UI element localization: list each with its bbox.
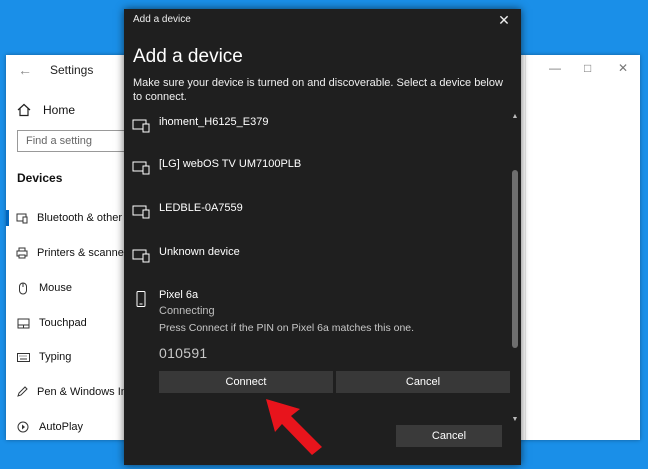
printer-icon — [16, 247, 28, 259]
keyboard-icon — [16, 352, 30, 362]
scrollbar[interactable]: ▲ ▼ — [510, 112, 520, 425]
pin-prompt: Press Connect if the PIN on Pixel 6a mat… — [159, 322, 415, 334]
device-name: [LG] webOS TV UM7100PLB — [159, 158, 302, 170]
scroll-up-icon[interactable]: ▲ — [510, 112, 520, 122]
device-item[interactable]: Unknown device — [132, 246, 502, 263]
close-icon[interactable]: ✕ — [618, 61, 628, 75]
display-icon — [132, 161, 150, 175]
nav-item-label: Typing — [39, 351, 72, 363]
device-name: Unknown device — [159, 246, 240, 258]
phone-icon — [136, 291, 146, 307]
inline-cancel-button[interactable]: Cancel — [336, 371, 510, 393]
pen-icon — [16, 386, 28, 398]
scrollbar-thumb[interactable] — [512, 170, 518, 348]
nav-item-bluetooth[interactable]: Bluetooth & other devices — [6, 208, 126, 228]
nav-item-label: Mouse — [39, 282, 73, 294]
minimize-icon[interactable]: — — [549, 61, 561, 75]
nav-item-mouse[interactable]: Mouse — [6, 278, 126, 298]
device-item[interactable]: LEDBLE-0A7559 — [132, 202, 502, 219]
scroll-down-icon[interactable]: ▼ — [510, 415, 520, 425]
dialog-description: Make sure your device is turned on and d… — [133, 77, 503, 103]
mouse-icon — [16, 282, 30, 295]
autoplay-icon — [16, 421, 30, 433]
device-list: ihoment_H6125_E379 [LG] webOS TV UM7100P… — [124, 112, 510, 425]
home-icon — [17, 103, 31, 117]
cancel-button[interactable]: Cancel — [396, 425, 502, 447]
bluetooth-devices-icon — [16, 212, 28, 224]
nav-item-typing[interactable]: Typing — [6, 347, 126, 367]
display-icon — [132, 119, 150, 133]
maximize-icon[interactable]: □ — [584, 61, 591, 75]
device-name: LEDBLE-0A7559 — [159, 202, 243, 214]
display-icon — [132, 205, 150, 219]
close-icon[interactable]: ✕ — [495, 11, 513, 29]
nav-item-label: AutoPlay — [39, 421, 84, 433]
pin-code: 010591 — [159, 345, 208, 361]
nav-item-touchpad[interactable]: Touchpad — [6, 313, 126, 333]
connect-button[interactable]: Connect — [159, 371, 333, 393]
nav-item-label: Touchpad — [39, 317, 87, 329]
annotation-arrow-icon — [266, 399, 322, 455]
touchpad-icon — [16, 318, 30, 329]
devices-section-heading: Devices — [17, 171, 63, 185]
device-item[interactable]: [LG] webOS TV UM7100PLB — [132, 158, 502, 175]
content-divider — [525, 55, 526, 440]
device-name: ihoment_H6125_E379 — [159, 116, 269, 128]
nav-item-pen[interactable]: Pen & Windows Ink — [6, 382, 126, 402]
device-status: Connecting — [159, 305, 215, 317]
device-name: Pixel 6a — [159, 289, 199, 301]
device-item-selected[interactable]: Pixel 6a Connecting — [132, 289, 502, 317]
dialog-heading: Add a device — [133, 46, 243, 67]
nav-item-autoplay[interactable]: AutoPlay — [6, 417, 126, 437]
settings-title: Settings — [50, 63, 94, 77]
dialog-titlebar-text: Add a device — [133, 14, 191, 25]
find-setting-input[interactable]: Find a setting — [17, 130, 129, 152]
nav-item-label: Printers & scanners — [37, 247, 126, 259]
display-icon — [132, 249, 150, 263]
back-arrow-icon[interactable]: ← — [18, 63, 32, 77]
device-item[interactable]: ihoment_H6125_E379 — [132, 116, 502, 133]
nav-item-label: Pen & Windows Ink — [37, 386, 126, 398]
nav-home[interactable]: Home — [14, 101, 75, 119]
nav-item-label: Bluetooth & other devices — [37, 212, 126, 224]
home-label: Home — [43, 103, 76, 117]
dialog-titlebar: Add a device — [124, 9, 521, 31]
nav-item-printers[interactable]: Printers & scanners — [6, 243, 126, 263]
